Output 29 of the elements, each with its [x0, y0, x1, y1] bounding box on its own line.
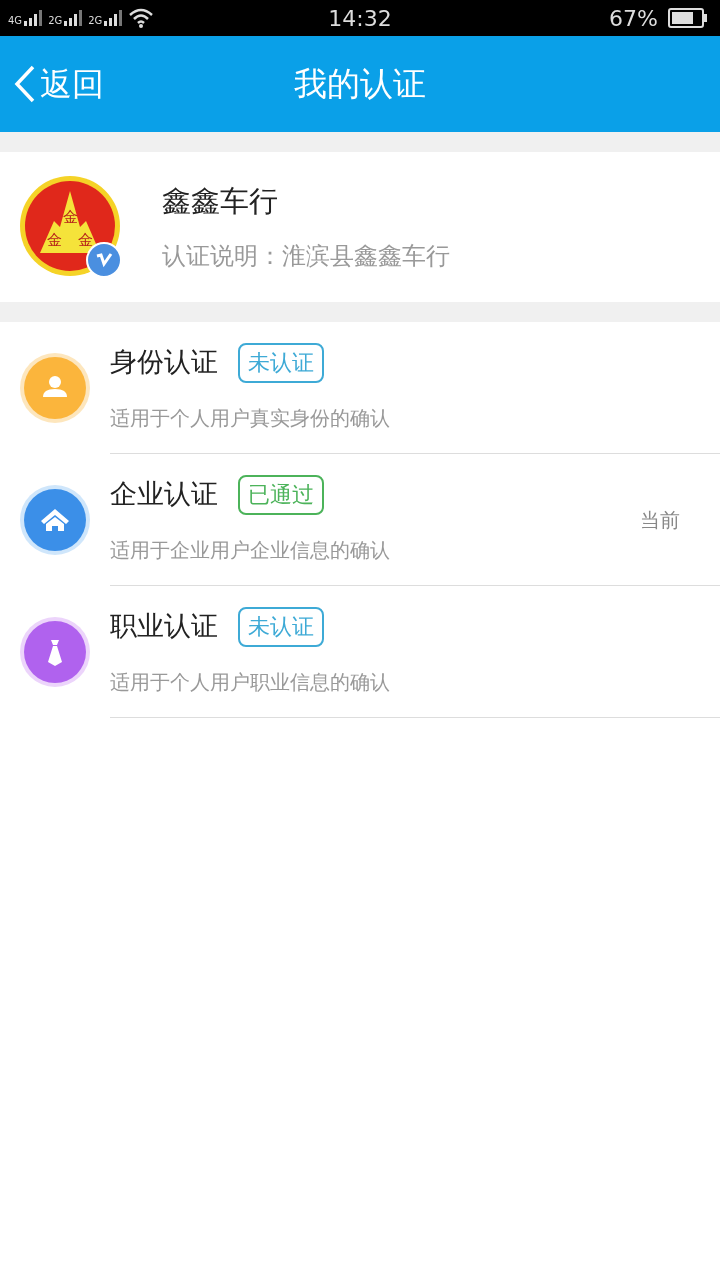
certification-item[interactable]: 企业认证 已通过 适用于企业用户企业信息的确认 当前 [0, 454, 720, 586]
status-tag: 已通过 [238, 474, 324, 515]
network-label: 4G [8, 16, 23, 26]
battery-icon [668, 8, 708, 28]
chevron-left-icon [14, 65, 36, 103]
battery-percent: 67% [609, 4, 658, 33]
logo-drawing: 金 金 金 [20, 176, 122, 278]
item-description: 适用于个人用户真实身份的确认 [110, 404, 391, 432]
certification-item[interactable]: 身份认证 未认证 适用于个人用户真实身份的确认 [0, 322, 720, 454]
item-title: 企业认证 [110, 477, 218, 512]
current-label: 当前 [640, 506, 680, 534]
clock-time: 14:32 [327, 4, 393, 33]
signal-icon [24, 10, 43, 26]
shop-name: 鑫鑫车行 [162, 183, 279, 221]
network-label: 2G [48, 16, 63, 26]
item-description: 适用于个人用户职业信息的确认 [110, 668, 391, 696]
certification-description: 认证说明：淮滨县鑫鑫车行 [162, 240, 450, 272]
item-title: 身份认证 [110, 345, 218, 380]
wifi-icon [128, 8, 155, 28]
certification-item[interactable]: 职业认证 未认证 适用于个人用户职业信息的确认 [0, 586, 720, 718]
status-tag: 未认证 [238, 606, 324, 647]
signal-icon [104, 10, 123, 26]
network-label: 2G [88, 16, 103, 26]
status-tag: 未认证 [238, 342, 324, 383]
signal-icon [64, 10, 83, 26]
check-icon [95, 251, 113, 269]
page-title: 我的认证 [293, 63, 427, 106]
item-description: 适用于企业用户企业信息的确认 [110, 536, 391, 564]
item-title: 职业认证 [110, 609, 218, 644]
